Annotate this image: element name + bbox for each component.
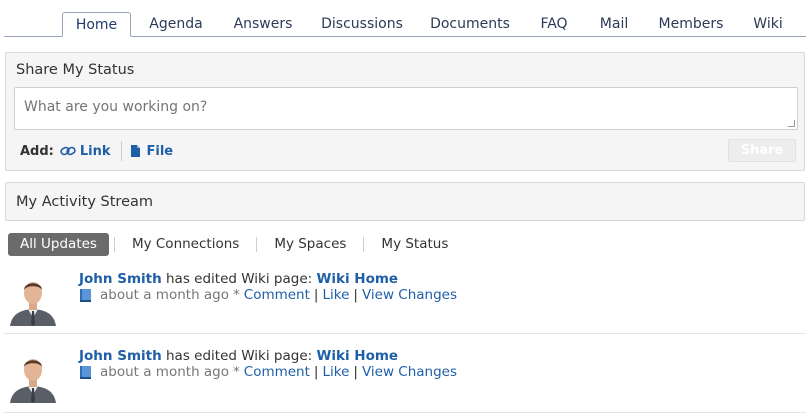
tab-discussions[interactable]: Discussions: [318, 12, 406, 37]
tab-wiki[interactable]: Wiki: [748, 12, 788, 37]
stream-filter-bar: All Updates My Connections My Spaces My …: [8, 233, 460, 256]
resize-handle-icon[interactable]: [788, 120, 795, 127]
pipe-separator: |: [313, 287, 319, 303]
filter-my-spaces[interactable]: My Spaces: [262, 233, 358, 256]
pipe-separator: |: [353, 287, 358, 303]
view-changes-link[interactable]: View Changes: [362, 364, 457, 380]
link-icon: [60, 146, 76, 156]
tab-documents[interactable]: Documents: [427, 12, 513, 37]
like-link[interactable]: Like: [322, 364, 349, 380]
tab-members[interactable]: Members: [654, 12, 728, 37]
filter-all-updates[interactable]: All Updates: [8, 233, 109, 256]
activity-divider: [4, 412, 806, 413]
activity-timestamp: about a month ago: [100, 287, 230, 303]
avatar[interactable]: [8, 351, 58, 403]
add-file-label: File: [146, 143, 174, 159]
filter-separator: [256, 237, 258, 252]
activity-summary: John Smith has edited Wiki page: Wiki Ho…: [79, 348, 398, 364]
comment-link[interactable]: Comment: [244, 364, 310, 380]
share-button[interactable]: Share: [728, 139, 796, 162]
tab-agenda[interactable]: Agenda: [144, 12, 208, 37]
status-input-wrapper: [14, 87, 798, 130]
user-avatar-icon: [8, 274, 58, 326]
activity-action-text: has edited Wiki page:: [166, 271, 313, 287]
activity-target-link[interactable]: Wiki Home: [316, 271, 398, 287]
filter-my-connections[interactable]: My Connections: [120, 233, 251, 256]
avatar[interactable]: [8, 274, 58, 326]
activity-meta: about a month ago * Comment | Like | Vie…: [79, 287, 457, 303]
file-icon: [130, 145, 140, 157]
share-status-title: Share My Status: [16, 62, 135, 78]
comment-link[interactable]: Comment: [244, 287, 310, 303]
user-avatar-icon: [8, 351, 58, 403]
wiki-book-icon: [80, 365, 91, 379]
activity-user-link[interactable]: John Smith: [79, 348, 162, 364]
activity-star: *: [233, 364, 240, 380]
activity-star: *: [233, 287, 240, 303]
activity-divider: [4, 333, 806, 334]
add-label: Add:: [20, 143, 54, 159]
view-changes-link[interactable]: View Changes: [362, 287, 457, 303]
activity-stream-title: My Activity Stream: [16, 194, 153, 210]
tab-home[interactable]: Home: [62, 12, 131, 37]
filter-separator: [363, 237, 365, 252]
share-status-panel: Share My Status Add: Link File Share: [5, 52, 805, 171]
activity-timestamp: about a month ago: [100, 364, 230, 380]
activity-item: John Smith has edited Wiki page: Wiki Ho…: [0, 348, 810, 418]
activity-user-link[interactable]: John Smith: [79, 271, 162, 287]
pipe-separator: |: [313, 364, 319, 380]
activity-meta: about a month ago * Comment | Like | Vie…: [79, 364, 457, 380]
activity-summary: John Smith has edited Wiki page: Wiki Ho…: [79, 271, 398, 287]
filter-my-status[interactable]: My Status: [369, 233, 460, 256]
activity-target-link[interactable]: Wiki Home: [316, 348, 398, 364]
tab-faq[interactable]: FAQ: [532, 12, 576, 37]
activity-stream-header: My Activity Stream: [5, 182, 805, 221]
attachment-separator: [120, 141, 122, 161]
pipe-separator: |: [353, 364, 358, 380]
filter-separator: [113, 237, 115, 252]
add-link-button[interactable]: Link: [60, 144, 111, 159]
tab-mail[interactable]: Mail: [594, 12, 634, 37]
like-link[interactable]: Like: [322, 287, 349, 303]
activity-action-text: has edited Wiki page:: [166, 348, 313, 364]
attachment-row: Add: Link File: [20, 141, 173, 161]
top-tab-bar: Home Agenda Answers Discussions Document…: [0, 0, 810, 37]
tab-answers[interactable]: Answers: [228, 12, 298, 37]
activity-item: John Smith has edited Wiki page: Wiki Ho…: [0, 271, 810, 349]
add-file-button[interactable]: File: [130, 143, 174, 159]
add-link-label: Link: [79, 143, 111, 159]
wiki-book-icon: [80, 288, 91, 302]
status-input[interactable]: [14, 87, 798, 130]
